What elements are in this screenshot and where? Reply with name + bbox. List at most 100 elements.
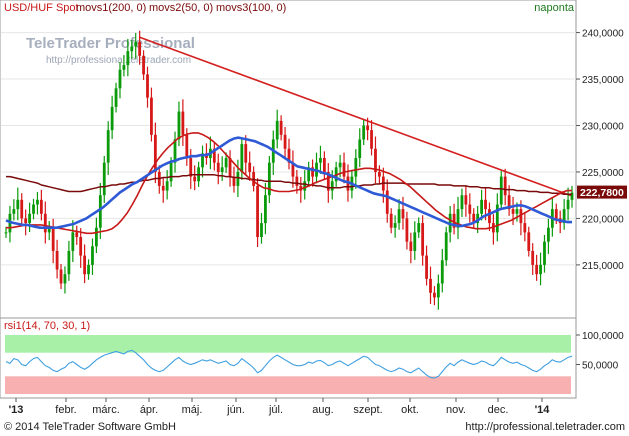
price-candle-body [63,274,67,284]
time-axis-label: aug. [312,404,333,416]
price-candle-body [55,250,59,270]
price-candle-body [79,237,83,256]
rsi-axis-label: 100,0000 [582,331,624,342]
price-candle-body [480,199,483,214]
price-candle-body [39,199,43,214]
price-candle-body [385,190,389,214]
price-candle-body [397,209,401,224]
price-candle-body [244,144,248,163]
time-axis-label: '14 [535,404,551,416]
price-candle-body [126,51,130,66]
price-candle-body [468,204,472,214]
price-candle-body [32,204,35,214]
price-candle-body [389,213,393,228]
price-candle-body [134,41,138,47]
last-price-marker: 222,7800 [577,185,627,199]
price-candle-body [409,241,413,251]
price-candle-body [535,264,539,275]
price-candle-body [511,209,515,214]
price-candle-body [260,223,263,238]
price-candle-body [146,74,149,98]
price-candle-body [189,158,193,177]
price-candle-body [161,185,165,191]
price-candle-body [83,255,87,275]
price-axis-label: 230,0000 [582,122,624,133]
price-candle-body [499,176,503,205]
price-candle-body [216,162,220,172]
price-axis-label: 240,0000 [582,29,624,40]
price-candle-body [138,41,142,56]
price-candle-body [256,185,259,238]
price-candle-body [224,158,228,168]
price-axis-label: 220,0000 [582,214,624,225]
price-candle-body [169,162,173,182]
price-candle-body [12,209,16,214]
price-candle-body [393,223,397,228]
price-candle-body [464,195,468,205]
price-candle-body [283,134,287,149]
rsi-axis-label: 50,0000 [582,361,619,372]
price-candle-body [98,195,102,228]
time-axis-label: júl. [268,404,283,416]
price-candle-body [433,292,436,298]
price-candle-body [95,227,98,247]
price-candle-body [436,283,440,298]
price-candle-body [405,218,409,242]
price-candle-body [362,125,366,140]
price-candle-body [319,158,322,163]
price-candle-body [338,162,342,168]
time-axis-label: nov. [446,404,466,416]
price-candle-body [531,250,535,265]
price-candle-body [354,158,358,177]
time-axis-label: febr. [55,404,76,416]
price-candle-body [303,181,307,191]
price-candle-body [165,181,169,191]
price-candle-body [429,278,432,293]
price-candle-body [523,223,527,233]
chart-window: TeleTrader Professional http://professio… [0,0,629,436]
price-candle-body [153,134,157,172]
price-candle-body [425,255,428,279]
price-candle-body [177,111,181,140]
price-candle-body [421,223,425,256]
price-axis-label: 215,0000 [582,261,624,272]
last-price-label: 222,7800 [580,187,624,199]
price-candle-body [264,195,267,224]
price-candle-body [248,162,252,172]
price-candle-body [543,241,546,265]
price-candle-body [75,232,79,238]
price-candle-body [547,227,550,242]
price-candle-body [275,120,279,140]
price-candle-body [484,199,487,210]
price-candle-body [20,199,24,219]
time-axis-label: ápr. [140,404,158,416]
rsi-overbought-zone [5,335,571,353]
price-candle-body [4,232,8,234]
price-candle-body [193,176,197,182]
price-candle-body [417,223,421,233]
price-candle-body [220,167,224,172]
indicator-movs3: movs3(100, 0) [216,2,286,14]
time-axis-label: máj. [182,404,203,416]
time-axis-label: márc. [92,404,120,416]
price-candle-body [16,199,20,210]
price-candle-body [150,97,153,135]
rsi-label: rsi1(14, 70, 30, 1) [4,320,90,332]
price-candle-body [295,176,299,186]
price-candle-body [503,176,507,196]
price-candle-body [118,69,122,89]
time-axis-label: dec. [488,404,509,416]
price-candle-body [102,162,106,196]
price-candle-body [539,264,542,275]
footer-url: http://professional.teletrader.com [465,421,625,433]
watermark-url: http://professional.teletrader.com [46,55,191,66]
indicator-movs2: movs2(50, 0) [149,2,213,14]
rsi-oversold-zone [5,376,571,394]
time-axis-label: okt. [401,404,419,416]
time-axis-label: szept. [353,404,382,416]
price-candle-body [460,195,464,210]
price-candle-body [366,125,370,131]
price-candle-body [236,171,240,186]
price-candle-body [24,218,28,224]
price-candle-body [181,111,185,135]
